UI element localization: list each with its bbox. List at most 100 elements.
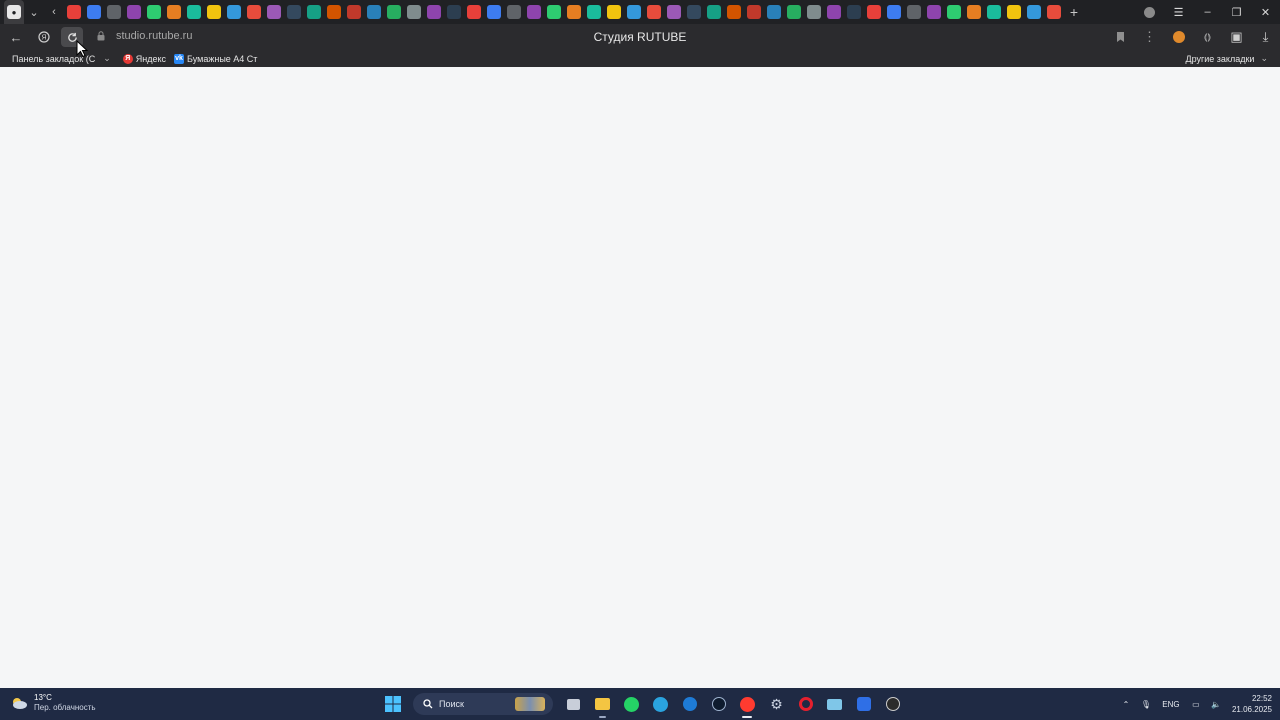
- volume-icon[interactable]: 🔈: [1206, 700, 1226, 709]
- chat-app-icon[interactable]: [849, 688, 878, 720]
- browser-tab[interactable]: [884, 0, 904, 24]
- browser-tab[interactable]: [1004, 0, 1024, 24]
- back-button[interactable]: ←: [2, 24, 30, 50]
- browser-tab[interactable]: [744, 0, 764, 24]
- obs-icon[interactable]: [878, 688, 907, 720]
- clock[interactable]: 22:52 21.06.2025: [1232, 693, 1272, 715]
- browser-tab[interactable]: [444, 0, 464, 24]
- browser-tab[interactable]: [984, 0, 1004, 24]
- browser-tab[interactable]: [624, 0, 644, 24]
- app-globe-icon[interactable]: [675, 688, 704, 720]
- browser-tab[interactable]: [64, 0, 84, 24]
- monitor-app-icon[interactable]: [820, 688, 849, 720]
- tab-favicon-icon: [947, 5, 961, 19]
- settings-icon[interactable]: ⚙: [762, 688, 791, 720]
- menu-icon[interactable]: ☰: [1164, 0, 1193, 24]
- browser-tab[interactable]: [104, 0, 124, 24]
- browser-tab[interactable]: [704, 0, 724, 24]
- chevron-down-icon: ⌄: [103, 53, 111, 63]
- opera-icon[interactable]: [791, 688, 820, 720]
- browser-tab[interactable]: [764, 0, 784, 24]
- browser-tab[interactable]: [904, 0, 924, 24]
- browser-tab[interactable]: [124, 0, 144, 24]
- collections-icon[interactable]: ▣: [1222, 24, 1251, 50]
- bookmark-vk[interactable]: vk Бумажные А4 Ст: [174, 50, 257, 67]
- bookmark-icon[interactable]: [1106, 24, 1135, 50]
- tab-favicon-icon: [827, 5, 841, 19]
- yandex-home-icon[interactable]: Я: [30, 24, 58, 50]
- steam-icon[interactable]: [704, 688, 733, 720]
- browser-tab[interactable]: [284, 0, 304, 24]
- extension-icon[interactable]: [1164, 24, 1193, 50]
- browser-tab[interactable]: [644, 0, 664, 24]
- url-field[interactable]: studio.rutube.ru: [116, 30, 192, 42]
- tab-favicon-icon: [847, 5, 861, 19]
- browser-tab[interactable]: [804, 0, 824, 24]
- browser-tab[interactable]: [924, 0, 944, 24]
- bookmarks-panel-folder[interactable]: Панель закладок (С ⌄: [12, 50, 111, 67]
- browser-tab[interactable]: [864, 0, 884, 24]
- browser-tab[interactable]: [364, 0, 384, 24]
- browser-tab[interactable]: [1024, 0, 1044, 24]
- weather-cloud-icon: [13, 698, 27, 709]
- close-button[interactable]: ✕: [1251, 0, 1280, 24]
- browser-tab[interactable]: [264, 0, 284, 24]
- browser-tab[interactable]: [344, 0, 364, 24]
- tab-favicon-icon: [767, 5, 781, 19]
- browser-tab[interactable]: [404, 0, 424, 24]
- browser-tab[interactable]: [424, 0, 444, 24]
- task-view-icon[interactable]: [559, 688, 588, 720]
- taskbar-search[interactable]: Поиск: [413, 693, 553, 715]
- file-explorer-icon[interactable]: [588, 688, 617, 720]
- microphone-icon[interactable]: 🎙: [1136, 700, 1156, 709]
- other-bookmarks[interactable]: Другие закладки ⌄: [1185, 50, 1268, 67]
- new-tab-button[interactable]: +: [1064, 0, 1084, 24]
- language-indicator[interactable]: ENG: [1156, 700, 1186, 709]
- browser-tab[interactable]: [544, 0, 564, 24]
- browser-tab[interactable]: [204, 0, 224, 24]
- network-icon[interactable]: ▭: [1186, 700, 1206, 709]
- browser-tab[interactable]: [784, 0, 804, 24]
- browser-tab[interactable]: [824, 0, 844, 24]
- chevron-up-icon[interactable]: ⌃: [1116, 700, 1136, 709]
- minimize-button[interactable]: –: [1193, 0, 1222, 24]
- browser-tab[interactable]: [964, 0, 984, 24]
- browser-tab[interactable]: [144, 0, 164, 24]
- browser-tab[interactable]: [304, 0, 324, 24]
- browser-tab[interactable]: [224, 0, 244, 24]
- browser-tab[interactable]: [1044, 0, 1064, 24]
- browser-tab[interactable]: [664, 0, 684, 24]
- browser-tab[interactable]: [384, 0, 404, 24]
- translate-icon[interactable]: ⦅⦆: [1193, 24, 1222, 50]
- telegram-icon[interactable]: [646, 688, 675, 720]
- browser-tab[interactable]: [464, 0, 484, 24]
- browser-tab[interactable]: [944, 0, 964, 24]
- browser-tab[interactable]: [504, 0, 524, 24]
- browser-tab[interactable]: [164, 0, 184, 24]
- download-icon[interactable]: ⤓: [1251, 24, 1280, 50]
- start-button[interactable]: [378, 688, 407, 720]
- more-options-icon[interactable]: ⋮: [1135, 24, 1164, 50]
- weather-widget[interactable]: 13°C Пер. облачность: [10, 693, 96, 713]
- chevron-down-icon[interactable]: ⌄: [24, 0, 44, 24]
- system-tray: ⌃ 🎙 ENG ▭ 🔈 22:52 21.06.2025: [1116, 688, 1272, 720]
- whatsapp-icon[interactable]: [617, 688, 646, 720]
- browser-tab[interactable]: [564, 0, 584, 24]
- restore-button[interactable]: ❐: [1222, 0, 1251, 24]
- browser-tab[interactable]: [484, 0, 504, 24]
- browser-tab[interactable]: [184, 0, 204, 24]
- browser-tab[interactable]: [324, 0, 344, 24]
- bookmark-yandex[interactable]: Я Яндекс: [122, 50, 166, 67]
- chevron-left-icon[interactable]: ‹: [44, 0, 64, 24]
- browser-tab[interactable]: [724, 0, 744, 24]
- browser-tab[interactable]: [684, 0, 704, 24]
- browser-tab[interactable]: [244, 0, 264, 24]
- browser-tab[interactable]: [524, 0, 544, 24]
- browser-tab[interactable]: [584, 0, 604, 24]
- browser-tab[interactable]: [844, 0, 864, 24]
- tab-menu-button[interactable]: ●: [4, 0, 24, 24]
- browser-tab[interactable]: [604, 0, 624, 24]
- yandex-browser-icon[interactable]: [733, 688, 762, 720]
- profile-avatar-icon[interactable]: [1135, 0, 1164, 24]
- browser-tab[interactable]: [84, 0, 104, 24]
